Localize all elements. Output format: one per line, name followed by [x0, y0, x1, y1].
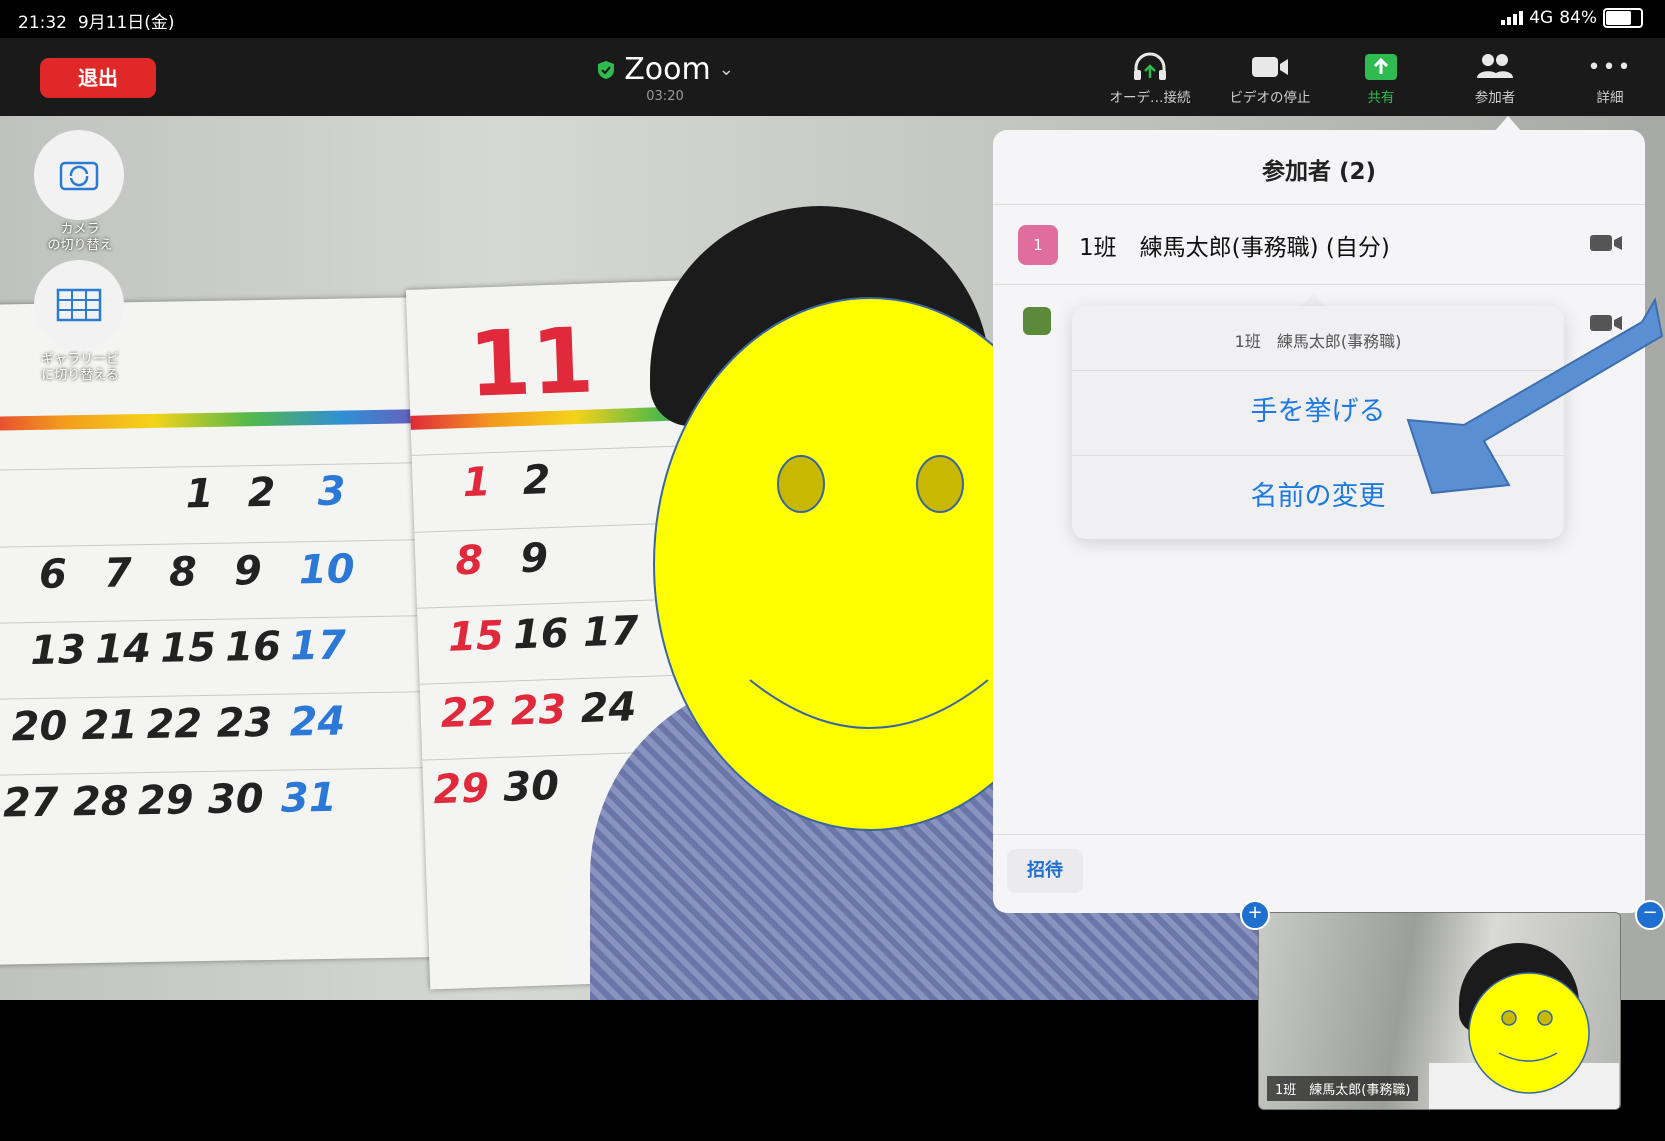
- meeting-toolbar: 退出 Zoom ⌄ 03:20 オーデ…接続 ビデオの停止 共有 参加者 •••…: [0, 38, 1665, 116]
- participants-button[interactable]: 参加者: [1465, 52, 1525, 106]
- smiley-face-overlay: [1468, 972, 1590, 1094]
- resize-handle-left[interactable]: +: [1240, 900, 1270, 930]
- more-button[interactable]: ••• 詳細: [1585, 52, 1635, 107]
- battery-icon: [1603, 8, 1643, 28]
- status-bar: 21:32 9月11日(金) 4G 84%: [0, 0, 1665, 38]
- invite-button[interactable]: 招待: [1007, 849, 1083, 893]
- share-button[interactable]: 共有: [1356, 52, 1406, 106]
- more-dots-icon: •••: [1587, 54, 1633, 80]
- self-view-name-label: 1班 練馬太郎(事務職): [1267, 1076, 1419, 1101]
- grid-icon: [56, 288, 102, 322]
- avatar: [1023, 307, 1051, 335]
- video-camera-icon: [1252, 57, 1288, 77]
- participant-name: 1班 練馬太郎(事務職) (自分): [1079, 235, 1390, 261]
- leave-button[interactable]: 退出: [40, 58, 156, 98]
- collapse-handle-right[interactable]: −: [1635, 900, 1665, 930]
- switch-camera-label: カメラ の切り替え: [47, 222, 113, 253]
- chevron-down-icon: ⌄: [718, 59, 734, 80]
- status-indicators: 4G 84%: [1501, 8, 1643, 28]
- switch-camera-button[interactable]: カメラ の切り替え: [34, 130, 126, 254]
- headphones-icon: [1134, 52, 1166, 80]
- annotation-arrow: [1406, 297, 1664, 495]
- camera-switch-icon: [59, 161, 99, 191]
- battery-percent: 84%: [1559, 8, 1597, 28]
- meeting-title-group[interactable]: Zoom ⌄ 03:20: [580, 52, 750, 104]
- avatar: 1: [1018, 225, 1058, 265]
- meeting-title: Zoom: [624, 52, 711, 87]
- panel-title: 参加者 (2): [1261, 159, 1377, 185]
- wall-calendar-left: 123 6 7 8 9 10 13 14 15 16 17 20 21 22 23 24 27 28 29 3…: [0, 296, 446, 966]
- audio-label: オーデ…接続: [1109, 90, 1191, 106]
- signal-icon: [1501, 11, 1524, 25]
- gallery-view-button[interactable]: ギャラリービ に切り替える: [34, 260, 126, 384]
- audio-button[interactable]: オーデ…接続: [1105, 52, 1195, 106]
- status-time: 21:32 9月11日(金): [18, 13, 175, 33]
- shield-check-icon: [598, 60, 615, 79]
- meeting-timer: 03:20: [646, 89, 684, 104]
- stop-video-button[interactable]: ビデオの停止: [1220, 52, 1320, 106]
- gallery-view-label: ギャラリービ に切り替える: [40, 352, 119, 383]
- stop-video-label: ビデオの停止: [1229, 90, 1311, 106]
- invite-bar: 招待: [993, 834, 1645, 913]
- network-type: 4G: [1529, 8, 1554, 28]
- share-arrow-icon: [1365, 54, 1397, 80]
- self-view-thumbnail[interactable]: 1班 練馬太郎(事務職): [1258, 912, 1621, 1110]
- share-label: 共有: [1367, 90, 1395, 106]
- participants-label: 参加者: [1474, 90, 1516, 106]
- more-label: 詳細: [1596, 90, 1624, 106]
- video-camera-icon: [1590, 235, 1622, 251]
- participants-icon: [1477, 54, 1513, 78]
